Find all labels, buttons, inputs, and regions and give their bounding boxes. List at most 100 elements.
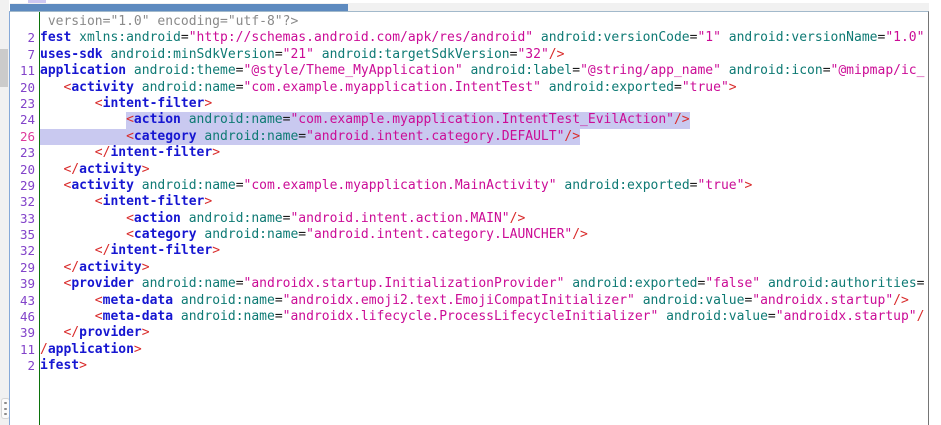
token-delim: < xyxy=(95,96,103,111)
line-number: 11 xyxy=(10,63,39,79)
token-val: "androidx.lifecycle.ProcessLifecycleInit… xyxy=(283,309,659,324)
token-txt xyxy=(533,30,541,45)
code-line[interactable]: <activity android:name="com.example.myap… xyxy=(40,178,928,194)
token-tag: application xyxy=(48,342,134,357)
horizontal-scrollbar[interactable] xyxy=(10,3,929,11)
token-txt xyxy=(40,178,63,193)
token-val: "androidx.emoji2.text.EmojiCompatInitial… xyxy=(283,293,635,308)
left-splitter[interactable] xyxy=(0,0,9,425)
splitter-drag-handle[interactable] xyxy=(0,49,8,87)
token-val: "true" xyxy=(697,178,744,193)
code-line[interactable]: <intent-filter> xyxy=(40,96,928,112)
token-txt xyxy=(40,162,63,177)
code-line[interactable]: version="1.0" encoding="utf-8"?> xyxy=(40,14,928,30)
token-eq: = xyxy=(236,178,244,193)
token-delim: < xyxy=(95,293,103,308)
line-number-active: 26 xyxy=(10,129,39,145)
code-line[interactable]: <activity android:name="com.example.myap… xyxy=(40,80,928,96)
token-attr: android:name xyxy=(142,276,236,291)
code-line[interactable]: <category android:name="android.intent.c… xyxy=(40,129,928,145)
token-tag: application xyxy=(40,63,126,78)
code-line[interactable]: </intent-filter> xyxy=(40,243,928,259)
token-val: "1.0" xyxy=(885,30,924,45)
token-val: "true" xyxy=(682,80,729,95)
token-tag: intent-filter xyxy=(110,243,212,258)
token-tag: meta-data xyxy=(103,293,173,308)
code-line[interactable]: <category android:name="android.intent.c… xyxy=(40,227,928,243)
code-line[interactable]: </provider> xyxy=(40,325,928,341)
token-val: "android.intent.category.LAUNCHER" xyxy=(306,227,572,242)
token-txt xyxy=(40,243,95,258)
code-line[interactable]: </activity> xyxy=(40,162,928,178)
token-delim: /> xyxy=(674,112,690,127)
token-attr: android:theme xyxy=(134,63,236,78)
code-line[interactable]: </activity> xyxy=(40,260,928,276)
token-attr: xmlns:android xyxy=(79,30,181,45)
token-attr: android:exported xyxy=(564,178,689,193)
token-tag: activity xyxy=(71,178,134,193)
token-attr: android:exported xyxy=(549,80,674,95)
token-val: "com.example.myapplication.MainActivity" xyxy=(244,178,557,193)
token-txt xyxy=(40,145,95,160)
code-line[interactable]: uses-sdk android:minSdkVersion="21" andr… xyxy=(40,47,928,63)
token-val: "com.example.myapplication.IntentTest" xyxy=(244,80,541,95)
code-line[interactable]: </intent-filter> xyxy=(40,145,928,161)
code-line[interactable]: ifest> xyxy=(40,358,928,374)
code-line[interactable]: <meta-data android:name="androidx.emoji2… xyxy=(40,293,928,309)
token-attr: android:icon xyxy=(729,63,823,78)
line-number: 20 xyxy=(10,80,39,96)
token-tag: activity xyxy=(79,260,142,275)
code-line[interactable]: <action android:name="android.intent.act… xyxy=(40,211,928,227)
token-delim: </ xyxy=(95,145,111,160)
token-txt xyxy=(40,325,63,340)
token-tag: uses-sdk xyxy=(40,47,103,62)
token-eq: = xyxy=(275,293,283,308)
token-tag: intent-filter xyxy=(110,145,212,160)
token-delim: < xyxy=(95,309,103,324)
code-line[interactable]: <meta-data android:name="androidx.lifecy… xyxy=(40,309,928,325)
code-line[interactable]: <action android:name="com.example.myappl… xyxy=(40,112,928,128)
token-tag: ifest xyxy=(40,358,79,373)
token-attr: android:authorities xyxy=(768,276,917,291)
token-delim: / xyxy=(40,342,48,357)
token-delim: > xyxy=(212,243,220,258)
token-val: "1" xyxy=(697,30,720,45)
code-area[interactable]: version="1.0" encoding="utf-8"?>fest xml… xyxy=(40,12,928,425)
token-txt xyxy=(658,309,666,324)
token-delim: /> xyxy=(572,227,588,242)
token-txt xyxy=(40,112,126,127)
code-line[interactable]: /application> xyxy=(40,342,928,358)
token-txt xyxy=(40,309,95,324)
line-number: 7 xyxy=(10,47,39,63)
token-delim: </ xyxy=(63,325,79,340)
token-attr: android:value xyxy=(666,309,768,324)
code-line[interactable]: <intent-filter> xyxy=(40,194,928,210)
token-val: "androidx.startup.InitializationProvider… xyxy=(244,276,565,291)
line-number: 35 xyxy=(10,227,39,243)
token-tag: meta-data xyxy=(103,309,173,324)
code-line[interactable]: application android:theme="@style/Theme_… xyxy=(40,63,928,79)
token-tag: fest xyxy=(40,30,71,45)
token-val: "androidx.startup" xyxy=(776,309,917,324)
token-txt xyxy=(126,63,134,78)
token-tag: intent-filter xyxy=(103,96,205,111)
line-number-gutter: 271120232426232029323335322939434639112 xyxy=(10,12,40,425)
token-txt xyxy=(173,309,181,324)
line-number: 39 xyxy=(10,325,39,341)
token-eq: = xyxy=(236,80,244,95)
line-number: 23 xyxy=(10,96,39,112)
token-delim: > xyxy=(134,342,142,357)
token-delim: /> xyxy=(510,211,526,226)
code-line[interactable]: <provider android:name="androidx.startup… xyxy=(40,276,928,292)
line-number: 46 xyxy=(10,309,39,325)
token-tag: provider xyxy=(79,325,142,340)
token-eq: = xyxy=(275,47,283,62)
token-eq: = xyxy=(181,30,189,45)
xml-editor[interactable]: 271120232426232029323335322939434639112 … xyxy=(9,11,929,425)
token-val: "http://schemas.android.com/apk/res/andr… xyxy=(189,30,533,45)
line-number: 23 xyxy=(10,145,39,161)
code-line[interactable]: fest xmlns:android="http://schemas.andro… xyxy=(40,30,928,46)
token-eq: = xyxy=(236,276,244,291)
token-eq: = xyxy=(236,63,244,78)
token-delim: > xyxy=(212,145,220,160)
